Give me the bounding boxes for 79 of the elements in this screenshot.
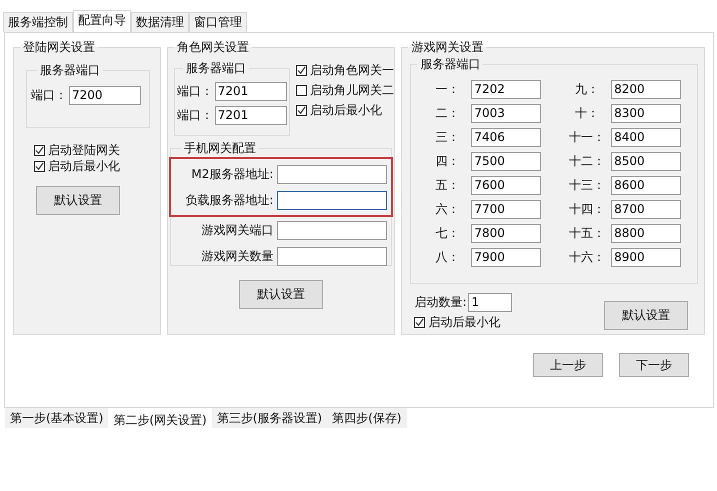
input-field[interactable]: 7406: [471, 128, 542, 146]
button[interactable]: 上一步: [533, 353, 603, 377]
input-field[interactable]: 7003: [471, 104, 542, 122]
field-label: 启动数量:: [414, 294, 466, 310]
group-title: 服务器端口: [184, 60, 247, 77]
input-field[interactable]: 7600: [471, 176, 542, 194]
field-label: 七：: [435, 224, 460, 242]
input-field[interactable]: 7700: [471, 200, 542, 218]
checkbox[interactable]: [34, 144, 45, 156]
field-label: 端口：: [176, 106, 213, 124]
checkbox[interactable]: [296, 104, 307, 116]
input-field[interactable]: [277, 164, 388, 184]
field-label: 九：: [575, 80, 600, 98]
button[interactable]: 默认设置: [36, 186, 120, 215]
checkbox-label: 启动角儿网关二: [310, 82, 394, 98]
input-field[interactable]: 7202: [471, 80, 542, 98]
tab[interactable]: 服务端控制: [3, 12, 73, 32]
field-label: 游戏网关端口: [201, 222, 274, 238]
group-title: 登陆网关设置: [22, 39, 96, 56]
field-label: 八：: [435, 248, 460, 266]
group-title: 角色网关设置: [176, 39, 250, 56]
checkbox-label: 启动角色网关一: [310, 62, 394, 78]
button[interactable]: 默认设置: [239, 280, 324, 309]
tab[interactable]: 第一步(基本设置): [5, 408, 108, 428]
field-label: 十三：: [569, 176, 606, 194]
input-field[interactable]: [277, 220, 388, 240]
checkbox-label: 启动登陆网关: [48, 142, 120, 158]
input-field[interactable]: 8900: [611, 248, 682, 266]
button[interactable]: 下一步: [619, 353, 689, 377]
checkbox[interactable]: [296, 64, 307, 76]
input-field[interactable]: 7201: [214, 82, 287, 100]
field-label: 六：: [435, 200, 460, 218]
field-label: 端口：: [176, 82, 213, 100]
field-label: 十四：: [569, 200, 606, 218]
input-field[interactable]: 7800: [471, 224, 542, 242]
field-label: 十六：: [569, 248, 606, 266]
field-label: 五：: [435, 176, 460, 194]
group-title: 服务器端口: [39, 62, 101, 79]
checkbox[interactable]: [414, 316, 426, 328]
group-title: 游戏网关设置: [410, 39, 484, 56]
field-label: 十一：: [569, 128, 606, 146]
checkbox[interactable]: [34, 160, 45, 172]
input-field[interactable]: 8400: [611, 128, 682, 146]
input-field[interactable]: [277, 246, 388, 266]
field-label: 游戏网关数量: [201, 248, 274, 264]
input-field[interactable]: [277, 190, 388, 210]
tab[interactable]: 窗口管理: [189, 12, 247, 32]
checkbox-label: 启动后最小化: [428, 314, 500, 330]
field-label: 负载服务器地址:: [185, 192, 274, 208]
input-field[interactable]: 8300: [611, 104, 682, 122]
input-field[interactable]: 8200: [611, 80, 682, 98]
input-field[interactable]: 1: [468, 292, 512, 312]
field-label: 十五：: [569, 224, 606, 242]
input-field[interactable]: 8600: [611, 176, 682, 194]
tab[interactable]: 数据清理: [131, 12, 189, 32]
checkbox[interactable]: [296, 84, 307, 96]
checkbox-label: 启动后最小化: [48, 158, 120, 174]
group-title: 手机网关配置: [182, 140, 257, 157]
input-field[interactable]: 7201: [214, 106, 287, 124]
field-label: 四：: [435, 152, 460, 170]
input-field[interactable]: 7500: [471, 152, 542, 170]
field-label: 三：: [435, 128, 460, 146]
button[interactable]: 默认设置: [604, 301, 688, 330]
checkbox-label: 启动后最小化: [310, 102, 382, 118]
field-label: 十：: [575, 104, 600, 122]
tab[interactable]: 第四步(保存): [327, 408, 406, 428]
field-label: 端口：: [31, 86, 67, 104]
field-label: 二：: [435, 104, 460, 122]
input-field[interactable]: 7200: [69, 86, 141, 104]
input-field[interactable]: 8800: [611, 224, 682, 242]
input-field[interactable]: 8700: [611, 200, 682, 218]
field-label: 十二：: [569, 152, 606, 170]
field-label: 一：: [435, 80, 460, 98]
group-title: 服务器端口: [419, 56, 482, 73]
field-label: M2服务器地址:: [191, 166, 274, 182]
input-field[interactable]: 8500: [611, 152, 682, 170]
tab[interactable]: 配置向导: [73, 10, 131, 32]
input-field[interactable]: 7900: [471, 248, 542, 266]
tab[interactable]: 第三步(服务器设置): [212, 408, 328, 428]
